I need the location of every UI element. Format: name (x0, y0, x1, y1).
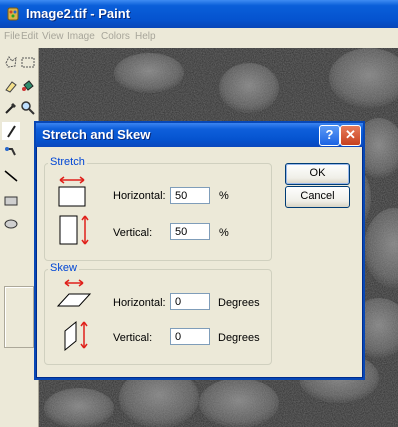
free-select-icon[interactable] (3, 54, 19, 70)
menu-colors[interactable]: Colors (101, 31, 130, 42)
color-picker-icon[interactable] (3, 100, 19, 116)
menu-view[interactable]: View (42, 31, 64, 42)
stretch-horizontal-input[interactable]: 50 (170, 187, 210, 204)
skew-horizontal-icon (56, 279, 92, 307)
menu-help[interactable]: Help (135, 31, 156, 42)
stretch-horizontal-unit: % (219, 190, 229, 202)
skew-vertical-label: Vertical: (113, 332, 153, 344)
rect-select-icon[interactable] (20, 54, 36, 70)
tool-options-panel[interactable] (4, 286, 34, 348)
skew-vertical-input[interactable]: 0 (170, 328, 210, 345)
paint-app-icon (5, 6, 21, 22)
line-icon[interactable] (3, 168, 19, 184)
stretch-vertical-input[interactable]: 50 (170, 223, 210, 240)
magnifier-icon[interactable] (20, 100, 36, 116)
dialog-titlebar[interactable]: Stretch and Skew ? ✕ (36, 123, 363, 147)
skew-vertical-unit: Degrees (218, 332, 260, 344)
pencil-icon[interactable] (2, 122, 20, 140)
stretch-horizontal-label: Horizontal: (113, 190, 166, 202)
stretch-group-label: Stretch (48, 156, 87, 168)
ellipse-icon[interactable] (3, 216, 19, 232)
skew-group-label: Skew (48, 262, 79, 274)
stretch-horizontal-icon (58, 176, 86, 207)
fill-icon[interactable] (20, 78, 36, 94)
skew-horizontal-unit: Degrees (218, 297, 260, 309)
skew-vertical-icon (64, 320, 88, 352)
rectangle-icon[interactable] (3, 193, 19, 209)
stretch-vertical-label: Vertical: (113, 227, 153, 239)
eraser-icon[interactable] (3, 78, 19, 94)
skew-horizontal-input[interactable]: 0 (170, 293, 210, 310)
close-button[interactable]: ✕ (340, 125, 361, 146)
menu-file[interactable]: File (4, 31, 20, 42)
skew-horizontal-label: Horizontal: (113, 297, 166, 309)
menu-edit[interactable]: Edit (21, 31, 38, 42)
stretch-skew-dialog: Stretch and Skew ? ✕ Stretch Horizontal:… (34, 121, 365, 380)
menu-bar: File Edit View Image Colors Help (0, 28, 398, 49)
brush-icon[interactable] (3, 145, 19, 161)
cancel-button[interactable]: Cancel (285, 186, 350, 208)
menu-image[interactable]: Image (67, 31, 95, 42)
stretch-vertical-unit: % (219, 227, 229, 239)
window-titlebar[interactable]: Image2.tif - Paint (0, 0, 398, 28)
dialog-title: Stretch and Skew (42, 127, 151, 142)
stretch-vertical-icon (59, 215, 89, 245)
help-button[interactable]: ? (319, 125, 340, 146)
window-title: Image2.tif - Paint (26, 6, 131, 21)
ok-button[interactable]: OK (285, 163, 350, 185)
